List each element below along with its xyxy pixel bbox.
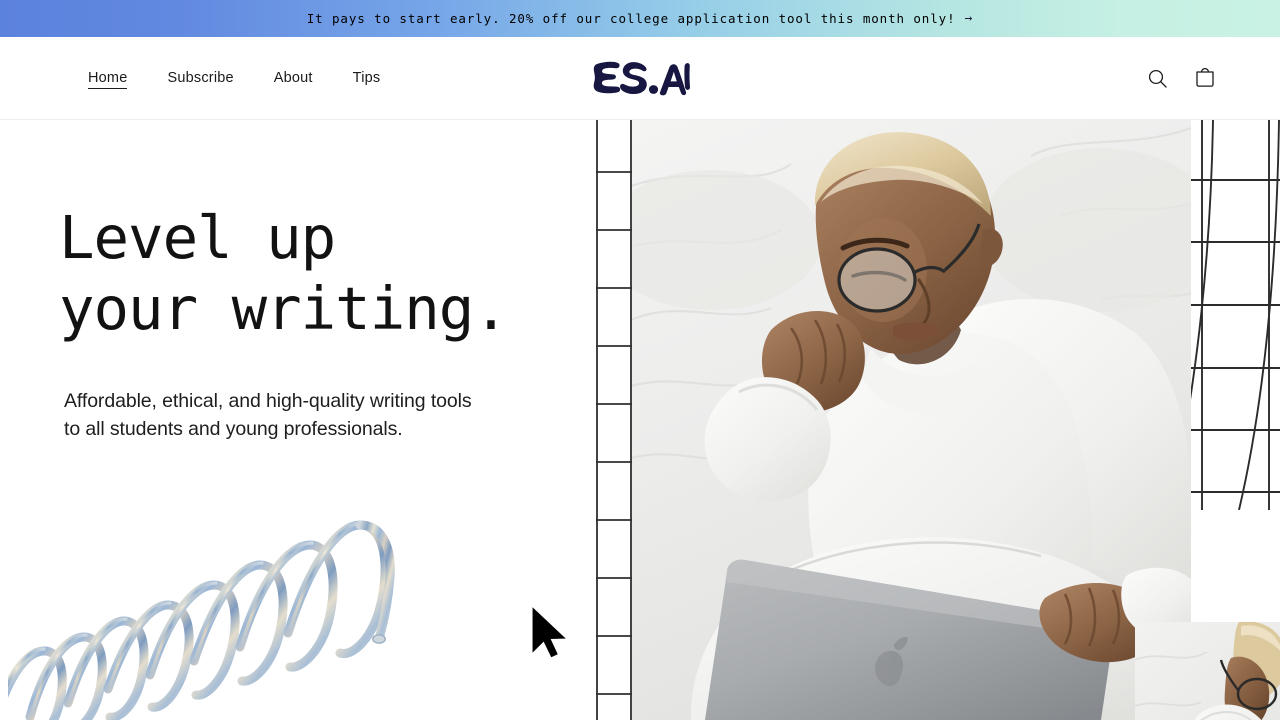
arrow-right-icon: →	[964, 11, 974, 26]
cart-icon	[1196, 68, 1214, 87]
hero-headline: Level up your writing.	[59, 203, 509, 343]
hero-inset-image	[1135, 622, 1280, 720]
search-icon	[1148, 69, 1167, 88]
hero-photo-illustration	[631, 120, 1191, 720]
nav-item-home[interactable]: Home	[88, 66, 146, 90]
right-filler	[1191, 510, 1280, 622]
nav-item-tips[interactable]: Tips	[353, 66, 400, 90]
inset-photo-illustration	[1135, 622, 1280, 720]
nav-item-about[interactable]: About	[274, 66, 332, 90]
grid-overlay-right	[1168, 120, 1280, 511]
cart-button[interactable]	[1192, 65, 1218, 91]
search-button[interactable]	[1144, 65, 1170, 91]
announcement-link[interactable]: It pays to start early. 20% off our coll…	[307, 11, 974, 26]
hero-subheadline: Affordable, ethical, and high-quality wr…	[64, 390, 472, 440]
header-actions	[1144, 65, 1218, 91]
spiral-coil-graphic	[8, 520, 395, 720]
announcement-text: It pays to start early. 20% off our coll…	[306, 11, 956, 26]
hero-section: Level up your writing. Affordable, ethic…	[0, 120, 1280, 720]
grid-lines-icon	[1168, 120, 1280, 511]
grid-lines-strip-icon	[596, 120, 632, 720]
hero-image	[631, 120, 1191, 720]
site-header: Home Subscribe About Tips	[0, 37, 1280, 120]
site-logo[interactable]	[590, 55, 690, 101]
main-navigation: Home Subscribe About Tips	[88, 66, 399, 90]
mouse-pointer-icon	[531, 604, 569, 659]
logo-wordmark-icon	[593, 61, 690, 96]
grid-overlay-left	[596, 120, 632, 720]
nav-item-subscribe[interactable]: Subscribe	[167, 66, 252, 90]
announcement-bar[interactable]: It pays to start early. 20% off our coll…	[0, 0, 1280, 37]
hero-content-panel: Level up your writing. Affordable, ethic…	[0, 120, 596, 720]
